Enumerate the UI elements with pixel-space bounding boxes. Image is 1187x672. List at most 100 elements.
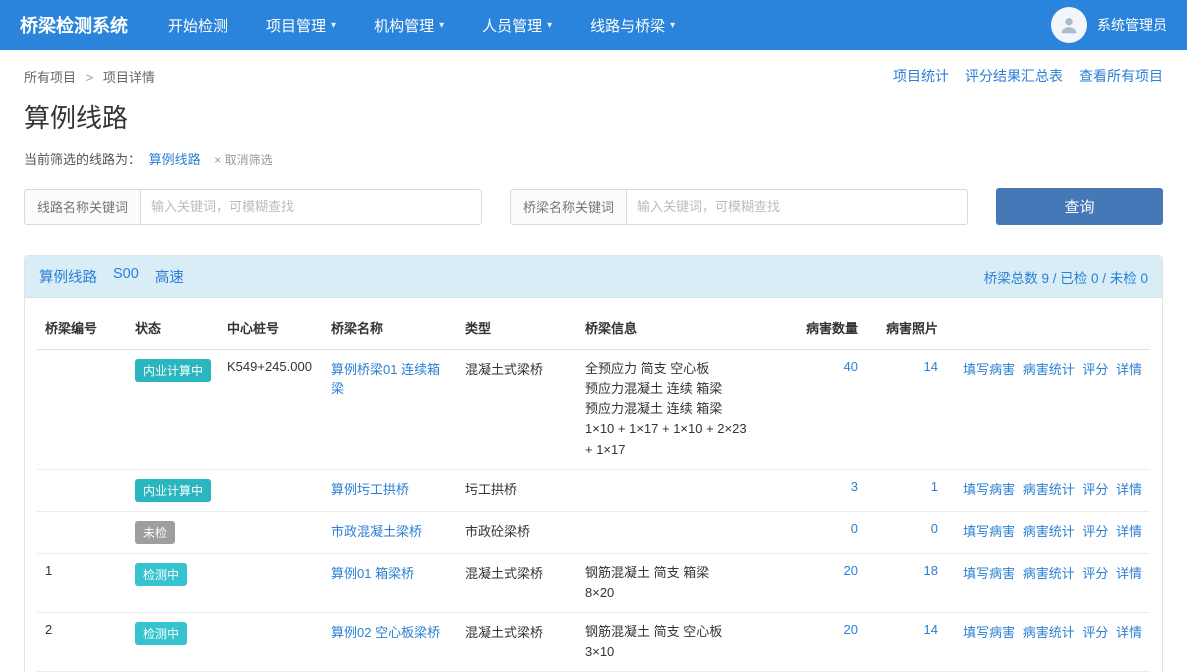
col-defect-count: 病害数量 bbox=[792, 304, 866, 350]
bridge-table: 桥梁编号 状态 中心桩号 桥梁名称 类型 桥梁信息 病害数量 病害照片 内业计算… bbox=[37, 304, 1150, 672]
line-keyword-input[interactable] bbox=[140, 189, 482, 225]
nav-item-project-management[interactable]: 项目管理 ▾ bbox=[266, 15, 336, 36]
bridge-name-link[interactable]: 算例圬工拱桥 bbox=[331, 482, 409, 497]
chevron-down-icon: ▾ bbox=[439, 20, 444, 31]
clear-filter-link[interactable]: × 取消筛选 bbox=[214, 153, 272, 167]
line-panel: 算例线路 S00 高速 桥梁总数 9 / 已检 0 / 未检 0 桥梁编号 状态… bbox=[24, 255, 1163, 672]
query-button[interactable]: 查询 bbox=[996, 188, 1163, 225]
action-detail[interactable]: 详情 bbox=[1116, 362, 1142, 377]
defect-photos-link[interactable]: 0 bbox=[931, 521, 938, 536]
app-title: 桥梁检测系统 bbox=[20, 12, 128, 38]
stake-number bbox=[219, 553, 323, 612]
col-bridge-info: 桥梁信息 bbox=[577, 304, 792, 350]
bridge-keyword-input[interactable] bbox=[626, 189, 968, 225]
chevron-down-icon: ▾ bbox=[670, 20, 675, 31]
action-defect-stats[interactable]: 病害统计 bbox=[1023, 362, 1075, 377]
nav-label: 人员管理 bbox=[482, 15, 542, 36]
row-actions: 填写病害 病害统计 评分 详情 bbox=[946, 350, 1150, 470]
user-name[interactable]: 系统管理员 bbox=[1097, 15, 1167, 35]
filter-line: 当前筛选的线路为： 算例线路 × 取消筛选 bbox=[24, 149, 1163, 168]
bridge-name-link[interactable]: 算例桥梁01 连续箱梁 bbox=[331, 362, 440, 396]
chevron-down-icon: ▾ bbox=[547, 20, 552, 31]
status-badge: 检测中 bbox=[135, 563, 187, 586]
navbar-user-area: 系统管理员 bbox=[1051, 7, 1167, 43]
bridge-name-link[interactable]: 算例01 箱梁桥 bbox=[331, 566, 414, 581]
defect-count-link[interactable]: 20 bbox=[844, 563, 858, 578]
stake-number bbox=[219, 469, 323, 511]
user-icon bbox=[1058, 14, 1080, 36]
bridge-no bbox=[37, 511, 127, 553]
bridge-type: 市政砼梁桥 bbox=[457, 511, 577, 553]
bridge-type: 混凝土式梁桥 bbox=[457, 350, 577, 470]
avatar[interactable] bbox=[1051, 7, 1087, 43]
action-score[interactable]: 评分 bbox=[1082, 524, 1108, 539]
col-status: 状态 bbox=[127, 304, 219, 350]
top-navbar: 桥梁检测系统 开始检测 项目管理 ▾ 机构管理 ▾ 人员管理 ▾ 线路与桥梁 ▾ bbox=[0, 0, 1187, 50]
defect-count-link[interactable]: 3 bbox=[851, 479, 858, 494]
action-fill-defect[interactable]: 填写病害 bbox=[963, 482, 1015, 497]
table-row: 2 检测中 算例02 空心板梁桥 混凝土式梁桥 钢筋混凝土 简支 空心板 3×1… bbox=[37, 612, 1150, 671]
nav-item-start-inspection[interactable]: 开始检测 bbox=[168, 15, 228, 36]
defect-photos-link[interactable]: 14 bbox=[924, 622, 938, 637]
defect-photos-link[interactable]: 1 bbox=[931, 479, 938, 494]
row-actions: 填写病害 病害统计 评分 详情 bbox=[946, 469, 1150, 511]
action-score[interactable]: 评分 bbox=[1082, 566, 1108, 581]
table-row: 未检 市政混凝土梁桥 市政砼梁桥 0 0 填写病害 病害统计 评分 详情 bbox=[37, 511, 1150, 553]
nav-label: 机构管理 bbox=[374, 15, 434, 36]
filter-line-link[interactable]: 算例线路 bbox=[149, 152, 201, 167]
action-detail[interactable]: 详情 bbox=[1116, 482, 1142, 497]
link-score-summary[interactable]: 评分结果汇总表 bbox=[965, 66, 1063, 86]
bridge-info: 钢筋混凝土 简支 箱梁 8×20 bbox=[577, 553, 792, 612]
action-score[interactable]: 评分 bbox=[1082, 362, 1108, 377]
main-nav: 开始检测 项目管理 ▾ 机构管理 ▾ 人员管理 ▾ 线路与桥梁 ▾ bbox=[168, 15, 675, 36]
action-fill-defect[interactable]: 填写病害 bbox=[963, 362, 1015, 377]
panel-header: 算例线路 S00 高速 桥梁总数 9 / 已检 0 / 未检 0 bbox=[25, 256, 1162, 298]
defect-count-link[interactable]: 40 bbox=[844, 359, 858, 374]
action-defect-stats[interactable]: 病害统计 bbox=[1023, 524, 1075, 539]
bridge-info: 钢筋混凝土 简支 空心板 3×10 bbox=[577, 612, 792, 671]
breadcrumb-row: 所有项目 > 项目详情 项目统计 评分结果汇总表 查看所有项目 bbox=[0, 50, 1187, 86]
nav-item-personnel-management[interactable]: 人员管理 ▾ bbox=[482, 15, 552, 36]
action-fill-defect[interactable]: 填写病害 bbox=[963, 524, 1015, 539]
nav-item-lines-and-bridges[interactable]: 线路与桥梁 ▾ bbox=[590, 15, 675, 36]
bridge-type: 混凝土式梁桥 bbox=[457, 553, 577, 612]
stake-number bbox=[219, 612, 323, 671]
action-defect-stats[interactable]: 病害统计 bbox=[1023, 482, 1075, 497]
status-badge: 检测中 bbox=[135, 622, 187, 645]
row-actions: 填写病害 病害统计 评分 详情 bbox=[946, 511, 1150, 553]
defect-photos-link[interactable]: 14 bbox=[924, 359, 938, 374]
status-badge: 内业计算中 bbox=[135, 479, 211, 502]
breadcrumb: 所有项目 > 项目详情 bbox=[24, 67, 155, 86]
breadcrumb-all-projects[interactable]: 所有项目 bbox=[24, 70, 76, 85]
col-bridge-name: 桥梁名称 bbox=[323, 304, 457, 350]
col-stake: 中心桩号 bbox=[219, 304, 323, 350]
nav-item-organization-management[interactable]: 机构管理 ▾ bbox=[374, 15, 444, 36]
search-row: 线路名称关键词 桥梁名称关键词 查询 bbox=[24, 188, 1163, 225]
chevron-down-icon: ▾ bbox=[331, 20, 336, 31]
nav-label: 线路与桥梁 bbox=[590, 15, 665, 36]
filter-label: 当前筛选的线路为： bbox=[24, 152, 141, 167]
col-actions bbox=[946, 304, 1150, 350]
action-score[interactable]: 评分 bbox=[1082, 482, 1108, 497]
defect-count-link[interactable]: 0 bbox=[851, 521, 858, 536]
defect-count-link[interactable]: 20 bbox=[844, 622, 858, 637]
action-defect-stats[interactable]: 病害统计 bbox=[1023, 566, 1075, 581]
link-view-all-projects[interactable]: 查看所有项目 bbox=[1079, 66, 1163, 86]
header-links: 项目统计 评分结果汇总表 查看所有项目 bbox=[893, 66, 1163, 86]
defect-photos-link[interactable]: 18 bbox=[924, 563, 938, 578]
bridge-name-link[interactable]: 市政混凝土梁桥 bbox=[331, 524, 422, 539]
action-detail[interactable]: 详情 bbox=[1116, 524, 1142, 539]
bridge-info bbox=[577, 511, 792, 553]
status-badge: 内业计算中 bbox=[135, 359, 211, 382]
row-actions: 填写病害 病害统计 评分 详情 bbox=[946, 612, 1150, 671]
bridge-info bbox=[577, 469, 792, 511]
panel-line-class: 高速 bbox=[155, 266, 184, 287]
link-project-statistics[interactable]: 项目统计 bbox=[893, 66, 949, 86]
action-fill-defect[interactable]: 填写病害 bbox=[963, 566, 1015, 581]
col-bridge-no: 桥梁编号 bbox=[37, 304, 127, 350]
table-row: 内业计算中 K549+245.000 算例桥梁01 连续箱梁 混凝土式梁桥 全预… bbox=[37, 350, 1150, 470]
action-detail[interactable]: 详情 bbox=[1116, 566, 1142, 581]
bridge-no bbox=[37, 469, 127, 511]
page-title: 算例线路 bbox=[24, 98, 1163, 135]
nav-label: 项目管理 bbox=[266, 15, 326, 36]
